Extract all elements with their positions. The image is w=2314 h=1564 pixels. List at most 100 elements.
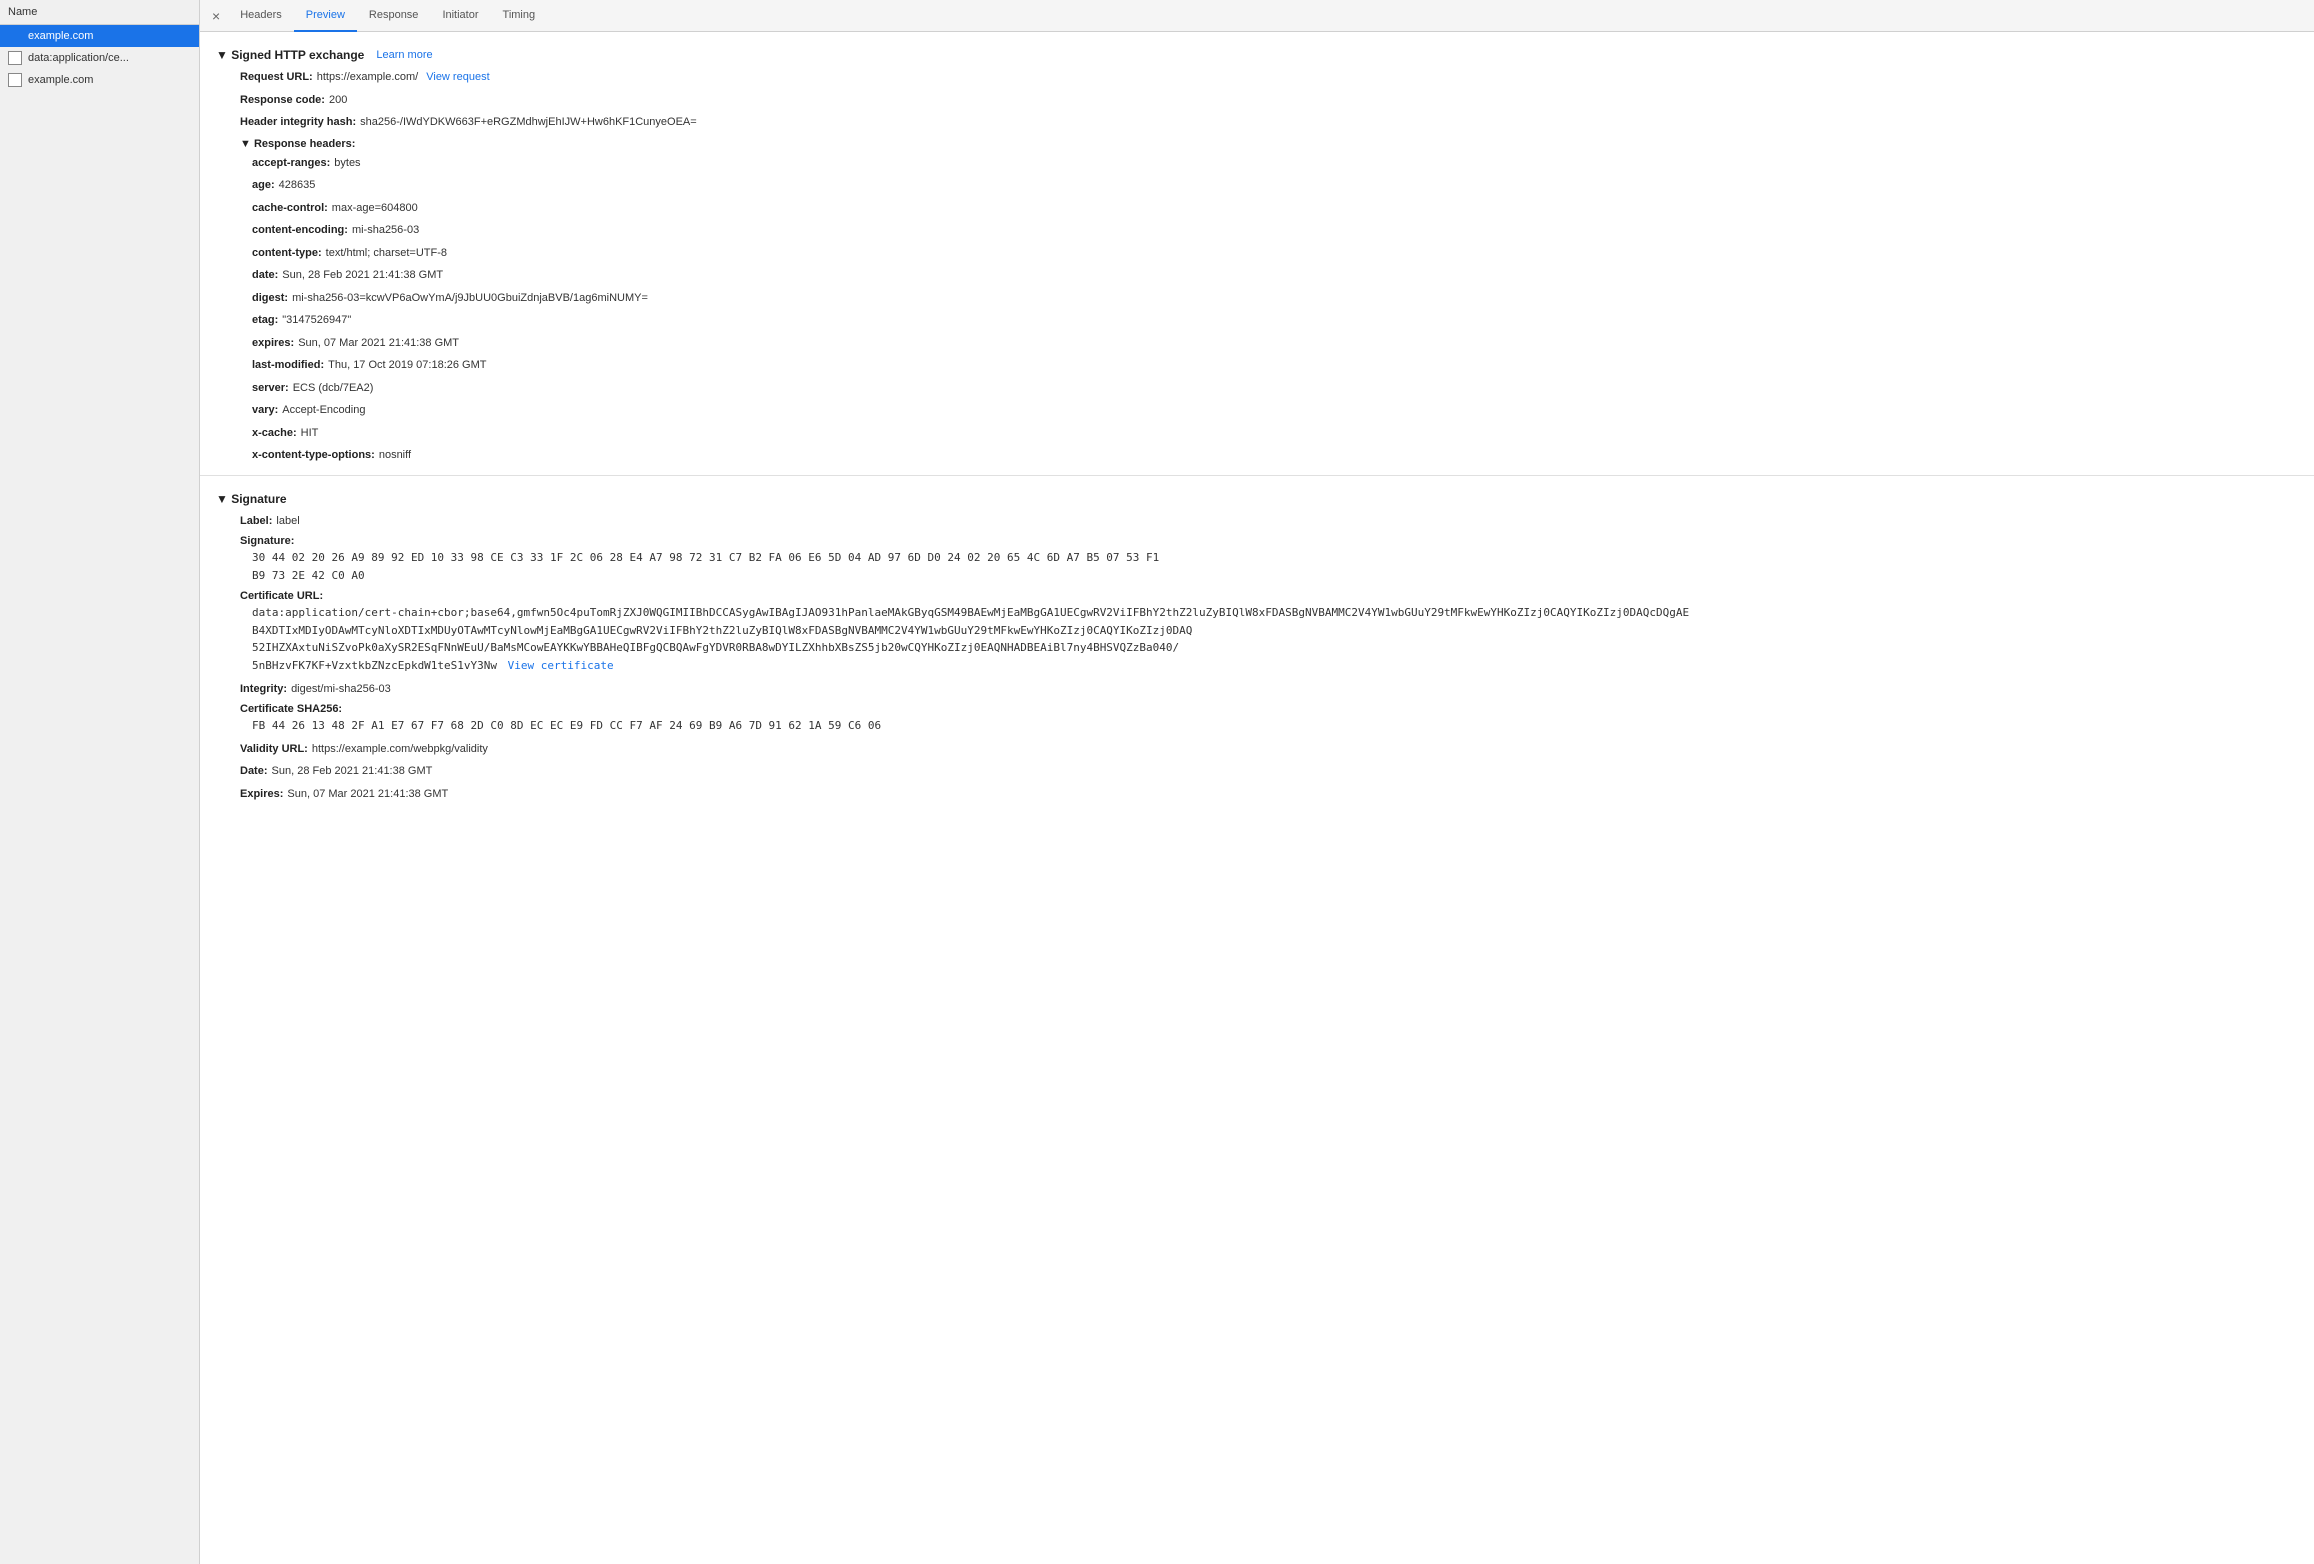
- view-request-link[interactable]: View request: [426, 69, 489, 86]
- sidebar-header: Name: [0, 0, 199, 25]
- request-url-value: https://example.com/: [317, 69, 419, 86]
- sidebar-item-label: example.com: [28, 30, 93, 42]
- response-header-row: accept-ranges: bytes: [228, 152, 2298, 175]
- response-header-label: content-encoding:: [252, 222, 348, 239]
- file-icon: [8, 29, 22, 43]
- response-code-row: Response code: 200: [216, 89, 2298, 112]
- cert-sha256-row: Certificate SHA256: FB 44 26 13 48 2F A1…: [216, 700, 2298, 738]
- response-header-label: age:: [252, 177, 275, 194]
- response-header-value: Sun, 07 Mar 2021 21:41:38 GMT: [298, 335, 459, 352]
- sidebar-item-example-com-2[interactable]: example.com: [0, 69, 199, 91]
- cert-url-label: Certificate URL:: [240, 590, 2298, 602]
- response-headers-section: ▼ Response headers: accept-ranges: bytes…: [228, 134, 2298, 467]
- sig-label-row: Label: label: [216, 510, 2298, 533]
- sig-expires-label: Expires:: [240, 786, 283, 803]
- validity-url-value: https://example.com/webpkg/validity: [312, 741, 488, 758]
- tab-response[interactable]: Response: [357, 0, 431, 32]
- response-header-row: etag: "3147526947": [228, 309, 2298, 332]
- integrity-value: digest/mi-sha256-03: [291, 681, 391, 698]
- sig-date-value: Sun, 28 Feb 2021 21:41:38 GMT: [272, 763, 433, 780]
- response-header-value: Thu, 17 Oct 2019 07:18:26 GMT: [328, 357, 486, 374]
- signature-header[interactable]: ▼ Signature: [216, 484, 2298, 510]
- response-header-row: vary: Accept-Encoding: [228, 399, 2298, 422]
- sig-signature-line1: 30 44 02 20 26 A9 89 92 ED 10 33 98 CE C…: [240, 549, 2298, 567]
- response-header-value: Accept-Encoding: [282, 402, 365, 419]
- header-integrity-row: Header integrity hash: sha256-/IWdYDKW66…: [216, 111, 2298, 134]
- response-code-label: Response code:: [240, 92, 325, 109]
- response-headers-title[interactable]: ▼ Response headers:: [228, 134, 2298, 152]
- response-header-row: server: ECS (dcb/7EA2): [228, 377, 2298, 400]
- content-area: ▼ Signed HTTP exchange Learn more Reques…: [200, 32, 2314, 1564]
- response-header-row: digest: mi-sha256-03=kcwVP6aOwYmA/j9JbUU…: [228, 287, 2298, 310]
- response-header-row: cache-control: max-age=604800: [228, 197, 2298, 220]
- response-header-value: ECS (dcb/7EA2): [293, 380, 374, 397]
- tab-bar: × Headers Preview Response Initiator Tim…: [200, 0, 2314, 32]
- response-header-row: last-modified: Thu, 17 Oct 2019 07:18:26…: [228, 354, 2298, 377]
- response-header-row: expires: Sun, 07 Mar 2021 21:41:38 GMT: [228, 332, 2298, 355]
- response-header-label: server:: [252, 380, 289, 397]
- response-header-label: vary:: [252, 402, 278, 419]
- cert-url-line2: B4XDTIxMDIyODAwMTcyNloXDTIxMDUyOTAwMTcyN…: [240, 622, 2298, 640]
- response-headers-list: accept-ranges: bytesage: 428635cache-con…: [228, 152, 2298, 467]
- response-header-label: digest:: [252, 290, 288, 307]
- response-header-label: expires:: [252, 335, 294, 352]
- cert-sha256-value: FB 44 26 13 48 2F A1 E7 67 F7 68 2D C0 8…: [240, 717, 2298, 735]
- sig-expires-row: Expires: Sun, 07 Mar 2021 21:41:38 GMT: [216, 783, 2298, 806]
- sidebar-item-example-com-1[interactable]: example.com: [0, 25, 199, 47]
- request-url-row: Request URL: https://example.com/ View r…: [216, 66, 2298, 89]
- cert-sha256-label: Certificate SHA256:: [240, 703, 2298, 715]
- cert-url-line1: data:application/cert-chain+cbor;base64,…: [240, 604, 2298, 622]
- close-button[interactable]: ×: [204, 8, 228, 24]
- main-panel: × Headers Preview Response Initiator Tim…: [200, 0, 2314, 1564]
- signed-http-title: ▼ Signed HTTP exchange: [216, 48, 364, 62]
- view-certificate-link[interactable]: View certificate: [508, 659, 614, 672]
- signature-title: ▼ Signature: [216, 492, 287, 506]
- response-header-label: etag:: [252, 312, 278, 329]
- response-header-value: HIT: [301, 425, 319, 442]
- sig-label-label: Label:: [240, 513, 272, 530]
- cert-url-line4: 5nBHzvFK7KF+VzxtkbZNzcEpkdW1teS1vY3Nw Vi…: [240, 657, 2298, 675]
- cert-url-row: Certificate URL: data:application/cert-c…: [216, 587, 2298, 677]
- response-header-row: content-type: text/html; charset=UTF-8: [228, 242, 2298, 265]
- response-code-value: 200: [329, 92, 347, 109]
- tab-timing[interactable]: Timing: [491, 0, 548, 32]
- sig-signature-label: Signature:: [240, 535, 2298, 547]
- sig-date-row: Date: Sun, 28 Feb 2021 21:41:38 GMT: [216, 760, 2298, 783]
- sidebar-item-label: example.com: [28, 74, 93, 86]
- response-header-label: content-type:: [252, 245, 322, 262]
- sidebar-item-data-app[interactable]: data:application/ce...: [0, 47, 199, 69]
- response-header-row: date: Sun, 28 Feb 2021 21:41:38 GMT: [228, 264, 2298, 287]
- sig-label-value: label: [276, 513, 299, 530]
- integrity-label: Integrity:: [240, 681, 287, 698]
- response-header-label: x-cache:: [252, 425, 297, 442]
- validity-url-row: Validity URL: https://example.com/webpkg…: [216, 738, 2298, 761]
- response-header-value: nosniff: [379, 447, 411, 464]
- learn-more-link[interactable]: Learn more: [376, 49, 432, 61]
- signed-http-header[interactable]: ▼ Signed HTTP exchange Learn more: [216, 40, 2298, 66]
- response-header-row: content-encoding: mi-sha256-03: [228, 219, 2298, 242]
- sig-expires-value: Sun, 07 Mar 2021 21:41:38 GMT: [287, 786, 448, 803]
- tab-preview[interactable]: Preview: [294, 0, 357, 32]
- sidebar-item-label: data:application/ce...: [28, 52, 129, 64]
- integrity-row: Integrity: digest/mi-sha256-03: [216, 678, 2298, 701]
- response-header-row: x-cache: HIT: [228, 422, 2298, 445]
- validity-url-label: Validity URL:: [240, 741, 308, 758]
- response-header-value: bytes: [334, 155, 360, 172]
- response-header-value: max-age=604800: [332, 200, 418, 217]
- response-header-row: age: 428635: [228, 174, 2298, 197]
- response-header-value: text/html; charset=UTF-8: [326, 245, 447, 262]
- tab-headers[interactable]: Headers: [228, 0, 294, 32]
- response-header-label: cache-control:: [252, 200, 328, 217]
- response-header-value: 428635: [279, 177, 316, 194]
- header-integrity-label: Header integrity hash:: [240, 114, 356, 131]
- file-icon: [8, 51, 22, 65]
- request-url-label: Request URL:: [240, 69, 313, 86]
- response-header-label: accept-ranges:: [252, 155, 330, 172]
- response-header-value: Sun, 28 Feb 2021 21:41:38 GMT: [282, 267, 443, 284]
- sig-signature-line2: B9 73 2E 42 C0 A0: [240, 567, 2298, 585]
- sig-date-label: Date:: [240, 763, 268, 780]
- response-header-label: last-modified:: [252, 357, 324, 374]
- signed-http-section: ▼ Signed HTTP exchange Learn more Reques…: [200, 32, 2314, 475]
- sidebar: Name example.com data:application/ce... …: [0, 0, 200, 1564]
- tab-initiator[interactable]: Initiator: [430, 0, 490, 32]
